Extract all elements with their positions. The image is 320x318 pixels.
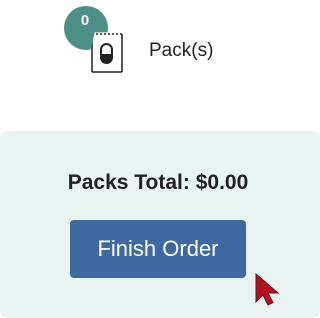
pill-pack-icon bbox=[90, 28, 124, 76]
pack-counter: 0 Pack(s) bbox=[64, 6, 264, 76]
packs-total: Packs Total: $0.00 bbox=[67, 171, 249, 194]
finish-order-button[interactable]: Finish Order bbox=[70, 220, 246, 278]
mouse-cursor-icon bbox=[253, 271, 283, 307]
order-summary: 0 Pack(s) Packs Total: $0.00 Finish Orde… bbox=[0, 0, 320, 318]
pack-label: Pack(s) bbox=[149, 40, 214, 61]
